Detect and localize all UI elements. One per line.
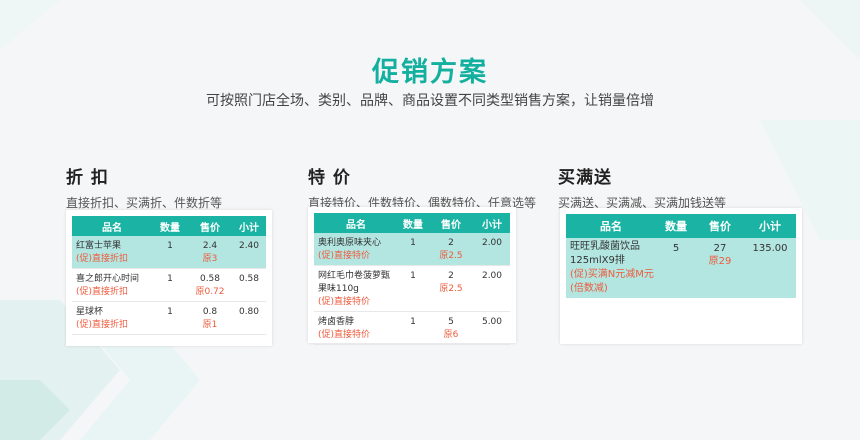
- col-header-qty: 数量: [656, 214, 696, 238]
- page-title: 促销方案: [372, 57, 488, 88]
- promo-label: (促)直接特价: [318, 251, 371, 261]
- item-qty: 1: [167, 241, 173, 251]
- item-name: 星球杯: [76, 307, 104, 317]
- item-subtotal: 2.40: [238, 241, 260, 251]
- promo-label: (促)直接特价: [318, 330, 371, 340]
- item-price: 2: [448, 238, 454, 248]
- section-title: 折 扣: [66, 168, 109, 188]
- col-header-name: 品名: [566, 214, 656, 238]
- table-row: 红富士苹果 (促)直接折扣 1 2.4 原3 2.40: [72, 236, 266, 269]
- item-price: 0.58: [199, 274, 221, 284]
- table-row: 旺旺乳酸菌饮品125mlX9排 (促)买满N元减M元(倍数减) 5 27 原29 1…: [566, 238, 796, 298]
- original-price: 原6: [443, 330, 459, 340]
- item-qty: 1: [410, 317, 416, 327]
- item-qty: 1: [167, 307, 173, 317]
- discount-table: 品名 数量 售价 小计 红富士苹果 (促)直接折扣 1 2.4 原3 2.40 喜之…: [72, 216, 266, 335]
- table-row: 烤卤香脖 (促)直接特价 1 5 原6 5.00: [314, 311, 510, 345]
- item-subtotal: 2.00: [481, 271, 503, 281]
- col-header-subtotal: 小计: [744, 214, 796, 238]
- item-subtotal: 0.80: [238, 307, 260, 317]
- item-name: 奥利奥原味夹心: [318, 238, 382, 248]
- original-price: 原1: [202, 320, 218, 330]
- item-price: 2.4: [202, 241, 218, 251]
- original-price: 原3: [202, 254, 218, 264]
- col-header-price: 售价: [188, 216, 232, 236]
- item-subtotal: 5.00: [481, 317, 503, 327]
- original-price: 原2.5: [439, 251, 463, 261]
- item-qty: 1: [167, 274, 173, 284]
- col-header-subtotal: 小计: [232, 216, 266, 236]
- section-buy-get: 买满送 买满送、买满减、买满加钱送等: [558, 163, 726, 211]
- buy-get-table: 品名 数量 售价 小计 旺旺乳酸菌饮品125mlX9排 (促)买满N元减M元(倍数…: [566, 214, 796, 298]
- item-price: 0.8: [202, 307, 218, 317]
- item-price: 27: [713, 243, 727, 254]
- item-name: 烤卤香脖: [318, 317, 355, 327]
- section-title: 特 价: [308, 168, 351, 188]
- special-price-table: 品名 数量 售价 小计 奥利奥原味夹心 (促)直接特价 1 2 原2.5 2.00 …: [314, 213, 510, 345]
- promo-label: (促)买满N元减M元(倍数减): [570, 269, 654, 294]
- discount-receipt-card: 品名 数量 售价 小计 红富士苹果 (促)直接折扣 1 2.4 原3 2.40 喜之…: [66, 210, 272, 346]
- item-name: 旺旺乳酸菌饮品125mlX9排: [570, 241, 640, 266]
- item-name: 红富士苹果: [76, 241, 122, 251]
- item-price: 2: [448, 271, 454, 281]
- section-desc: 直接折扣、买满折、件数折等: [66, 196, 223, 210]
- promo-label: (促)直接折扣: [76, 254, 129, 264]
- table-row: 星球杯 (促)直接折扣 1 0.8 原1 0.80: [72, 301, 266, 335]
- original-price: 原2.5: [439, 284, 463, 294]
- buy-get-receipt-card: 品名 数量 售价 小计 旺旺乳酸菌饮品125mlX9排 (促)买满N元减M元(倍数…: [560, 208, 802, 344]
- original-price: 原0.72: [195, 287, 225, 297]
- page-subtitle: 可按照门店全场、类别、品牌、商品设置不同类型销售方案，让销量倍增: [206, 93, 654, 109]
- section-discount: 折 扣 直接折扣、买满折、件数折等: [66, 163, 222, 211]
- item-name: 网红毛巾卷菠萝甄果味110g: [318, 271, 391, 294]
- table-row: 喜之郎开心时间 (促)直接折扣 1 0.58 原0.72 0.58: [72, 268, 266, 302]
- col-header-price: 售价: [696, 214, 744, 238]
- col-header-price: 售价: [428, 213, 474, 233]
- table-row: 奥利奥原味夹心 (促)直接特价 1 2 原2.5 2.00: [314, 233, 510, 266]
- table-row: 网红毛巾卷菠萝甄果味110g (促)直接特价 1 2 原2.5 2.00: [314, 265, 510, 312]
- col-header-name: 品名: [314, 213, 398, 233]
- col-header-name: 品名: [72, 216, 152, 236]
- original-price: 原29: [708, 256, 732, 267]
- item-qty: 1: [410, 271, 416, 281]
- col-header-qty: 数量: [398, 213, 428, 233]
- item-subtotal: 0.58: [238, 274, 260, 284]
- item-qty: 1: [410, 238, 416, 248]
- item-subtotal: 2.00: [481, 238, 503, 248]
- col-header-qty: 数量: [152, 216, 188, 236]
- section-special-price: 特 价 直接特价、件数特价、偶数特价、任意选等: [308, 163, 536, 211]
- item-price: 5: [448, 317, 454, 327]
- section-title: 买满送: [558, 168, 612, 188]
- item-qty: 5: [672, 243, 680, 254]
- special-price-receipt-card: 品名 数量 售价 小计 奥利奥原味夹心 (促)直接特价 1 2 原2.5 2.00 …: [308, 207, 516, 345]
- promo-label: (促)直接折扣: [76, 320, 129, 330]
- promo-label: (促)直接特价: [318, 297, 371, 307]
- item-name: 喜之郎开心时间: [76, 274, 140, 284]
- item-subtotal: 135.00: [752, 243, 788, 254]
- col-header-subtotal: 小计: [474, 213, 510, 233]
- promo-label: (促)直接折扣: [76, 287, 129, 297]
